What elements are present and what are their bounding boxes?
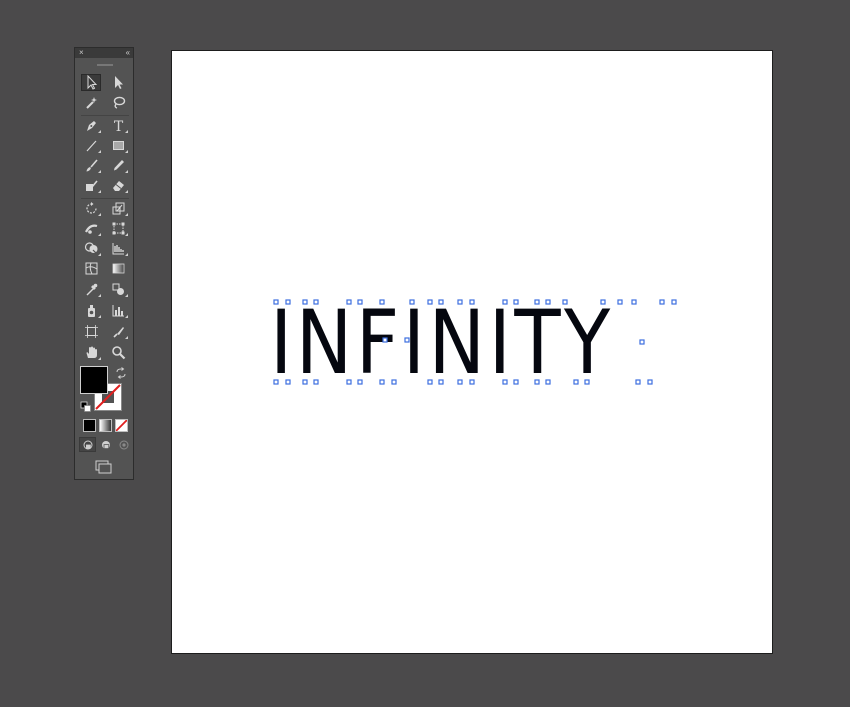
line-segment-tool[interactable]: [81, 137, 101, 154]
pen-tool[interactable]: [81, 117, 101, 134]
pencil-icon: [113, 160, 124, 171]
shaper-tool[interactable]: [81, 177, 101, 194]
paintbrush-tool[interactable]: [81, 157, 101, 174]
close-panel-icon[interactable]: ×: [79, 48, 84, 58]
scale-tool[interactable]: [108, 200, 128, 217]
toolbar-separator: [81, 115, 129, 116]
type-tool-glyph: T: [113, 119, 123, 135]
column-graph-tool[interactable]: [108, 302, 128, 319]
draw-behind-button[interactable]: [97, 437, 114, 452]
default-fill-stroke-icon[interactable]: [80, 400, 92, 412]
rotate-icon: [85, 202, 97, 214]
lasso-tool[interactable]: [108, 94, 128, 111]
lasso-icon: [113, 96, 125, 109]
slice-tool[interactable]: [108, 323, 128, 340]
mesh-tool[interactable]: [81, 260, 101, 277]
fill-color-swatch[interactable]: [80, 366, 108, 394]
draw-normal-icon: [83, 440, 92, 449]
shaper-icon: [85, 180, 98, 191]
selection-tool[interactable]: [81, 74, 101, 91]
column-graph-icon: [112, 305, 124, 317]
eyedropper-tool[interactable]: [81, 281, 101, 298]
direct-selection-tool[interactable]: [108, 74, 128, 91]
type-t-icon: T: [113, 119, 123, 135]
magic-wand-tool[interactable]: [81, 94, 101, 111]
width-tool[interactable]: [81, 220, 101, 237]
none-mode-icon[interactable]: [115, 419, 128, 432]
shape-builder-icon: [84, 242, 97, 255]
pencil-tool[interactable]: [108, 157, 128, 174]
rectangle-icon: [112, 141, 124, 150]
direct-selection-arrow-icon: [114, 76, 123, 89]
magnifier-icon: [111, 346, 125, 360]
toolbar-separator: [81, 198, 129, 199]
line-segment-icon: [86, 140, 96, 152]
pen-nib-icon: [86, 121, 96, 131]
gradient-tool[interactable]: [108, 260, 128, 277]
hand-icon: [86, 346, 97, 358]
magic-wand-icon: [85, 97, 97, 109]
eyedropper-icon: [86, 283, 97, 296]
artboard-icon: [84, 325, 98, 338]
screen-mode-icon: [95, 460, 112, 473]
draw-inside-button[interactable]: [115, 437, 132, 452]
blend-icon: [112, 283, 124, 295]
hand-tool[interactable]: [81, 344, 101, 361]
tools-panel-titlebar[interactable]: × ‹‹: [75, 48, 133, 58]
type-tool[interactable]: T: [108, 117, 128, 135]
draw-behind-icon: [101, 440, 110, 449]
gradient-icon: [112, 263, 124, 274]
rotate-tool[interactable]: [81, 200, 101, 217]
perspective-grid-tool[interactable]: [108, 240, 128, 257]
shape-builder-tool[interactable]: [81, 240, 101, 257]
perspective-grid-icon: [112, 243, 124, 255]
swap-fill-stroke-icon[interactable]: [115, 366, 127, 379]
width-icon: [84, 224, 97, 234]
mesh-icon: [85, 262, 97, 275]
draw-normal-button[interactable]: [79, 437, 96, 452]
zoom-tool[interactable]: [108, 344, 128, 361]
artboard-tool[interactable]: [81, 323, 101, 340]
blend-tool[interactable]: [108, 281, 128, 298]
symbol-sprayer-icon: [87, 305, 95, 317]
panel-grip[interactable]: [97, 64, 113, 66]
free-transform-icon: [112, 222, 124, 235]
screen-mode-button[interactable]: [92, 458, 116, 475]
slice-knife-icon: [112, 327, 124, 338]
color-mode-icon[interactable]: [83, 419, 96, 432]
symbol-sprayer-tool[interactable]: [81, 302, 101, 319]
scale-icon: [112, 202, 124, 215]
free-transform-tool[interactable]: [108, 220, 128, 237]
eraser-icon: [112, 181, 124, 191]
tools-panel: × ‹‹ T: [74, 47, 134, 480]
gradient-mode-icon[interactable]: [99, 419, 112, 432]
paintbrush-icon: [86, 159, 98, 172]
draw-inside-icon: [119, 440, 128, 449]
selection-arrow-icon: [87, 74, 97, 90]
rectangle-tool[interactable]: [108, 137, 128, 154]
collapse-panel-icon[interactable]: ‹‹: [126, 48, 130, 58]
eraser-tool[interactable]: [108, 177, 128, 194]
infinity-outlined-text[interactable]: INFINITY: [270, 297, 623, 389]
